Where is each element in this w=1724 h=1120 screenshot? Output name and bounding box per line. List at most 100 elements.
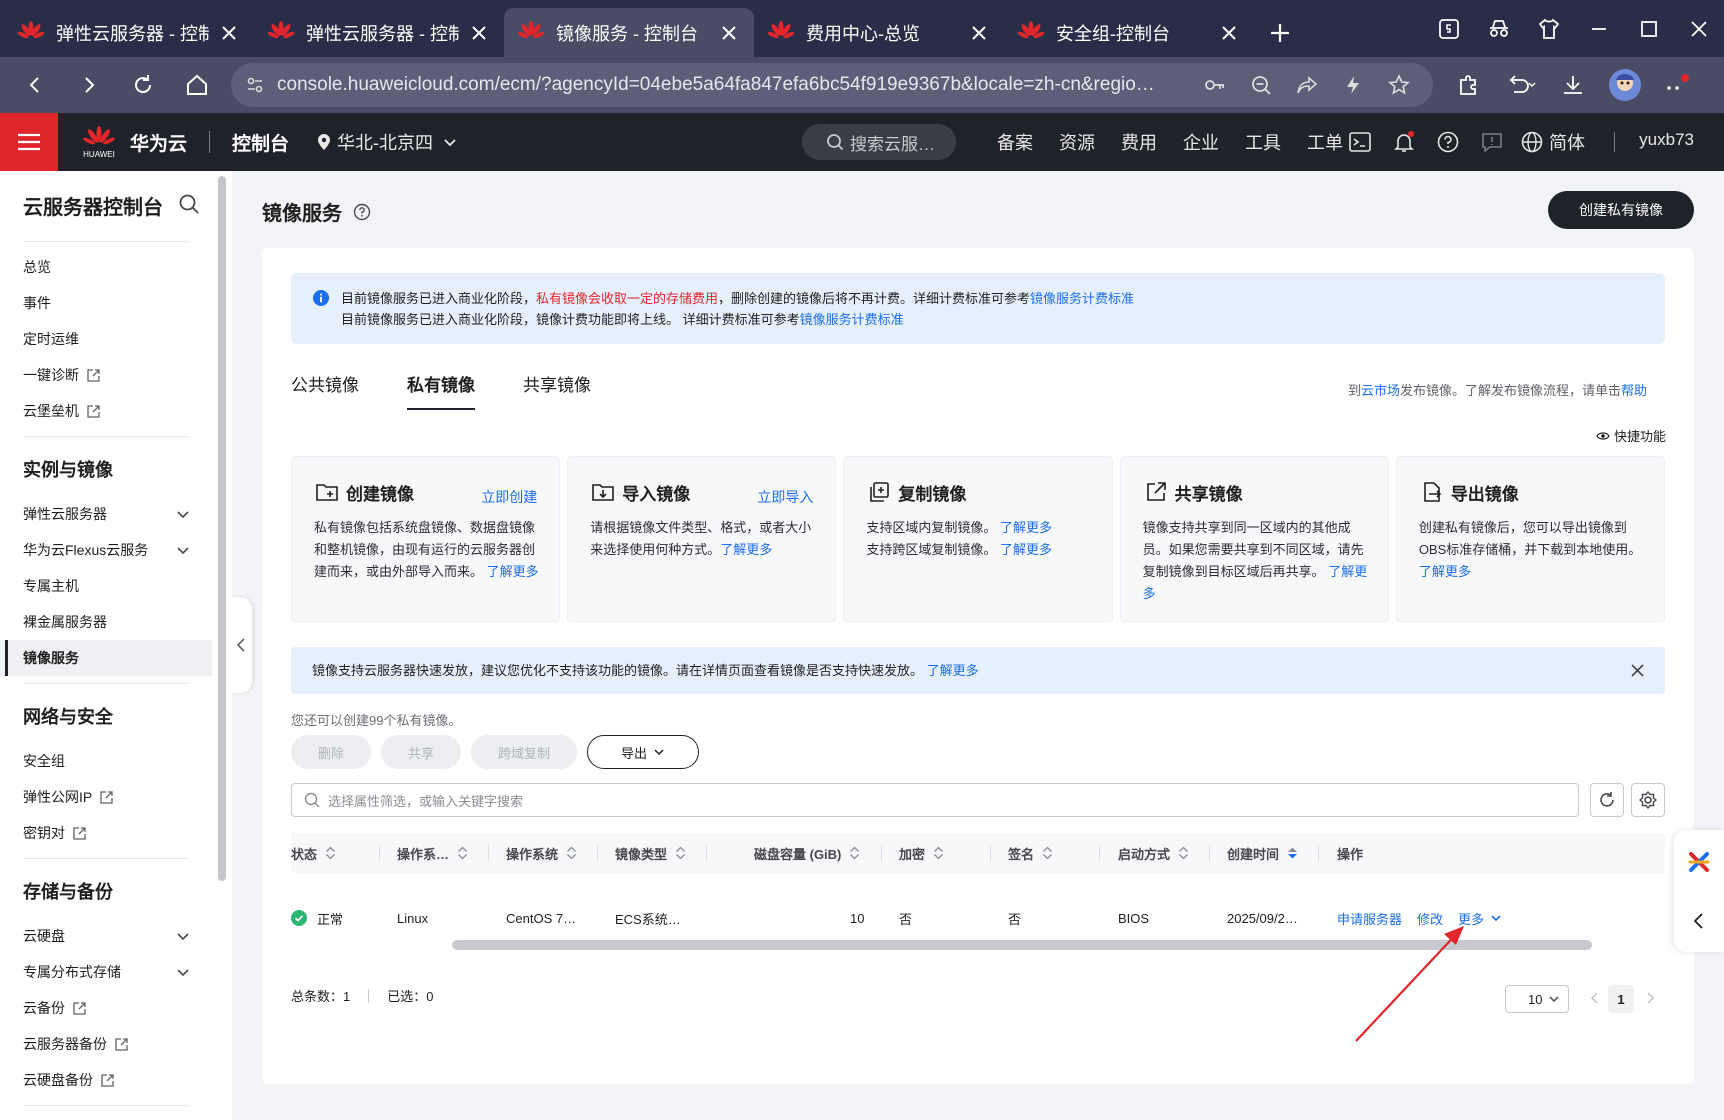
zoom-out-icon[interactable] — [1243, 67, 1279, 103]
browser-tab[interactable]: 费用中心-总览 — [754, 8, 1004, 57]
refresh-button[interactable] — [1590, 783, 1624, 817]
help-link[interactable]: 帮助 — [1621, 383, 1647, 398]
avatar[interactable] — [1602, 62, 1648, 108]
sort-desc-icon[interactable] — [1287, 846, 1298, 860]
apply-server-link[interactable]: 申请服务器 — [1337, 909, 1402, 928]
column-header[interactable]: 创建时间 — [1227, 833, 1298, 873]
column-header[interactable]: 状态 — [291, 833, 336, 873]
browser-tab[interactable]: 弹性云服务器 - 控制 — [4, 8, 254, 57]
minimize-icon[interactable] — [1574, 4, 1624, 54]
sidebar-item[interactable]: 安全组 — [0, 743, 212, 779]
sidebar-collapse-button[interactable] — [230, 597, 252, 693]
assistant-logo-icon[interactable] — [1685, 848, 1713, 876]
current-page[interactable]: 1 — [1608, 985, 1634, 1013]
nav-billing[interactable]: 费用 — [1108, 129, 1170, 155]
home-icon[interactable] — [170, 63, 224, 107]
sidebar-item[interactable]: 云服务器备份 — [0, 1026, 212, 1062]
column-header[interactable]: 加密 — [899, 833, 944, 873]
column-header[interactable]: 签名 — [1008, 833, 1053, 873]
region-selector[interactable]: 华北-北京四 — [317, 129, 457, 155]
nav-enterprise[interactable]: 企业 — [1170, 129, 1232, 155]
menu-dots-icon[interactable] — [1654, 62, 1700, 108]
browser-tab[interactable]: 安全组-控制台 — [1004, 8, 1254, 57]
column-header[interactable]: 操作系统 — [506, 833, 577, 873]
nav-beian[interactable]: 备案 — [984, 129, 1046, 155]
shirt-skin-icon[interactable] — [1524, 4, 1574, 54]
help-circle-icon[interactable] — [1433, 127, 1463, 157]
tab-private-images[interactable]: 私有镜像 — [407, 374, 475, 410]
tab-count-icon[interactable] — [1424, 4, 1474, 54]
share-arrow-icon[interactable] — [1289, 67, 1325, 103]
billing-standard-link[interactable]: 镜像服务计费标准 — [800, 312, 904, 327]
close-icon[interactable] — [218, 22, 240, 44]
sidebar-item[interactable]: 定时运维 — [0, 321, 212, 357]
nav-tools[interactable]: 工具 — [1232, 129, 1294, 155]
nav-resources[interactable]: 资源 — [1046, 129, 1108, 155]
column-header[interactable]: 操作系… — [397, 833, 468, 873]
next-page-icon[interactable] — [1643, 991, 1657, 1005]
tab-shared-images[interactable]: 共享镜像 — [523, 374, 591, 410]
browser-tab-active[interactable]: 镜像服务 - 控制台 — [504, 8, 754, 57]
sidebar-item[interactable]: 一键诊断 — [0, 357, 212, 393]
sort-icon[interactable] — [325, 846, 336, 860]
back-icon[interactable] — [8, 63, 62, 107]
close-icon[interactable] — [1218, 22, 1240, 44]
feedback-chat-icon[interactable] — [1477, 127, 1507, 157]
reload-icon[interactable] — [116, 63, 170, 107]
sidebar-item[interactable]: 云堡垒机 — [0, 393, 212, 429]
sidebar-item[interactable]: 云硬盘 — [0, 918, 212, 954]
sidebar-item[interactable]: 镜像服务 — [0, 640, 212, 676]
learn-more-link[interactable]: 了解更多 — [1419, 564, 1471, 579]
sort-icon[interactable] — [1178, 846, 1189, 860]
close-icon[interactable] — [718, 22, 740, 44]
site-settings-icon[interactable] — [245, 75, 265, 95]
create-private-image-button[interactable]: 创建私有镜像 — [1548, 191, 1694, 229]
edit-link[interactable]: 修改 — [1417, 909, 1443, 928]
sort-icon[interactable] — [1042, 846, 1053, 860]
cross-region-copy-button[interactable]: 跨域复制 — [471, 735, 577, 769]
table-horizontal-scrollbar[interactable] — [452, 940, 1592, 950]
learn-more-link[interactable]: 了解更多 — [1000, 542, 1052, 557]
sort-icon[interactable] — [457, 846, 468, 860]
column-header[interactable]: 磁盘容量 (GiB) — [754, 833, 860, 873]
sort-icon[interactable] — [566, 846, 577, 860]
search-filter-input[interactable]: 选择属性筛选，或输入关键字搜索 — [291, 783, 1579, 817]
expand-left-icon[interactable] — [1690, 912, 1708, 930]
sort-icon[interactable] — [933, 846, 944, 860]
import-now-link[interactable]: 立即导入 — [757, 487, 813, 507]
search-icon[interactable] — [176, 191, 202, 217]
sidebar-item[interactable]: 专属主机 — [0, 568, 212, 604]
key-icon[interactable] — [1197, 67, 1233, 103]
download-icon[interactable] — [1550, 62, 1596, 108]
more-actions-dropdown[interactable]: 更多 — [1458, 909, 1502, 928]
window-close-icon[interactable] — [1674, 4, 1724, 54]
column-header[interactable]: 镜像类型 — [615, 833, 686, 873]
sidebar-item[interactable]: 弹性公网IP — [0, 779, 212, 815]
close-icon[interactable] — [1630, 663, 1645, 678]
sidebar-item[interactable]: 云硬盘备份 — [0, 1062, 212, 1098]
extensions-puzzle-icon[interactable] — [1446, 62, 1492, 108]
help-icon[interactable] — [352, 202, 372, 222]
sidebar-item[interactable]: 弹性云服务器 — [0, 496, 212, 532]
sidebar-item[interactable]: 华为云Flexus云服务 — [0, 532, 212, 568]
learn-more-link[interactable]: 了解更多 — [487, 564, 539, 579]
sidebar-item[interactable]: 专属分布式存储 — [0, 954, 212, 990]
notification-bell-icon[interactable] — [1389, 127, 1419, 157]
marketplace-link[interactable]: 云市场 — [1361, 383, 1400, 398]
close-icon[interactable] — [468, 22, 490, 44]
share-button[interactable]: 共享 — [381, 735, 461, 769]
learn-more-link[interactable]: 了解更多 — [927, 663, 979, 678]
column-header[interactable]: 启动方式 — [1118, 833, 1189, 873]
sidebar-scrollbar[interactable] — [218, 176, 226, 881]
page-size-select[interactable]: 10 — [1505, 985, 1569, 1013]
language-switch[interactable]: 简体 — [1521, 129, 1585, 155]
maximize-icon[interactable] — [1624, 4, 1674, 54]
close-icon[interactable] — [968, 22, 990, 44]
learn-more-link[interactable]: 了解更多 — [720, 542, 772, 557]
create-now-link[interactable]: 立即创建 — [481, 487, 537, 507]
sort-icon[interactable] — [849, 846, 860, 860]
header-search[interactable]: 搜索云服… — [802, 124, 956, 160]
address-bar[interactable]: console.huaweicloud.com/ecm/?agencyId=04… — [231, 63, 1433, 107]
console-link[interactable]: 控制台 — [232, 129, 289, 156]
undo-history-icon[interactable] — [1498, 62, 1544, 108]
